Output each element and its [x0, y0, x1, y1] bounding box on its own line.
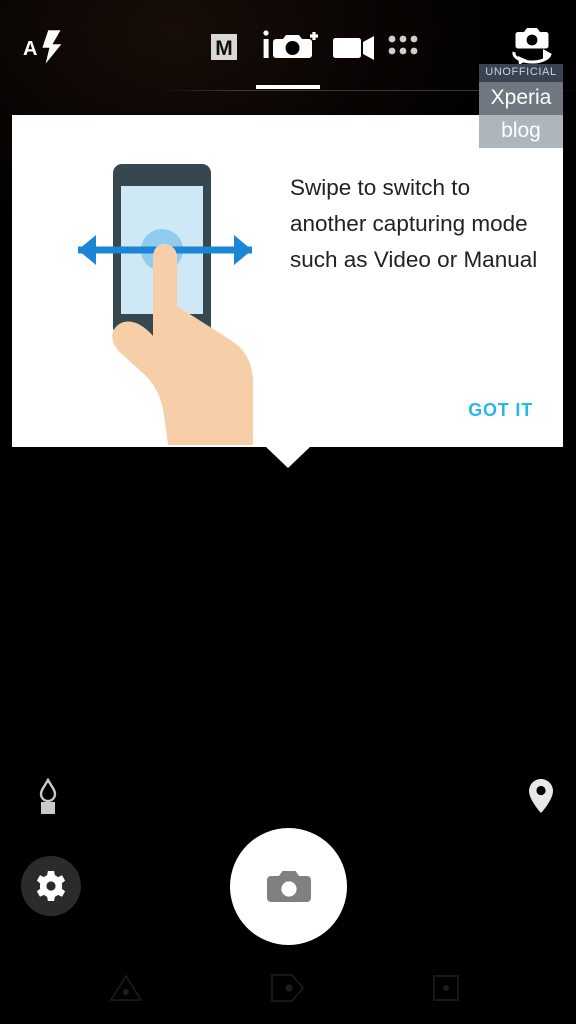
nav-home-pentagon-icon [270, 973, 306, 1003]
android-navigation-bar [0, 952, 576, 1024]
nav-recents-button[interactable] [396, 952, 496, 1024]
nav-recents-square-icon [431, 973, 461, 1003]
watermark-line-blog: blog [479, 115, 563, 148]
mode-button-apps-grid[interactable] [382, 28, 426, 68]
nav-back-triangle-icon [109, 973, 143, 1003]
mode-button-superior-auto[interactable] [258, 22, 324, 68]
active-mode-underline [256, 85, 320, 89]
mode-button-video[interactable] [330, 28, 378, 68]
candle-icon [33, 778, 63, 814]
gear-icon [36, 871, 66, 901]
watermark-line-unofficial: UNOFFICIAL [479, 64, 563, 82]
svg-text:M: M [215, 37, 233, 60]
svg-text:A: A [23, 38, 37, 60]
mode-button-manual[interactable]: M [202, 26, 246, 68]
watermark-xperia-blog: UNOFFICIAL Xperia blog [479, 64, 563, 148]
nav-home-button[interactable] [238, 952, 338, 1024]
swipe-gesture-illustration [60, 160, 270, 445]
camera-app-screen: A M UNOFFICIAL Xperia blog Swipe to swit… [0, 0, 576, 1024]
coachmark-tooltip-card: Swipe to switch to another capturing mod… [12, 115, 563, 468]
coachmark-pointer-arrow [265, 447, 310, 468]
shutter-button[interactable] [230, 828, 347, 945]
camera-shutter-icon [266, 868, 312, 906]
got-it-button[interactable]: GOT IT [456, 392, 545, 429]
watermark-line-xperia: Xperia [479, 82, 563, 115]
nav-back-button[interactable] [76, 952, 176, 1024]
location-pin-icon [528, 778, 554, 814]
settings-button[interactable] [21, 856, 81, 916]
coachmark-message-text: Swipe to switch to another capturing mod… [290, 175, 538, 272]
flash-auto-icon[interactable]: A [14, 20, 76, 74]
